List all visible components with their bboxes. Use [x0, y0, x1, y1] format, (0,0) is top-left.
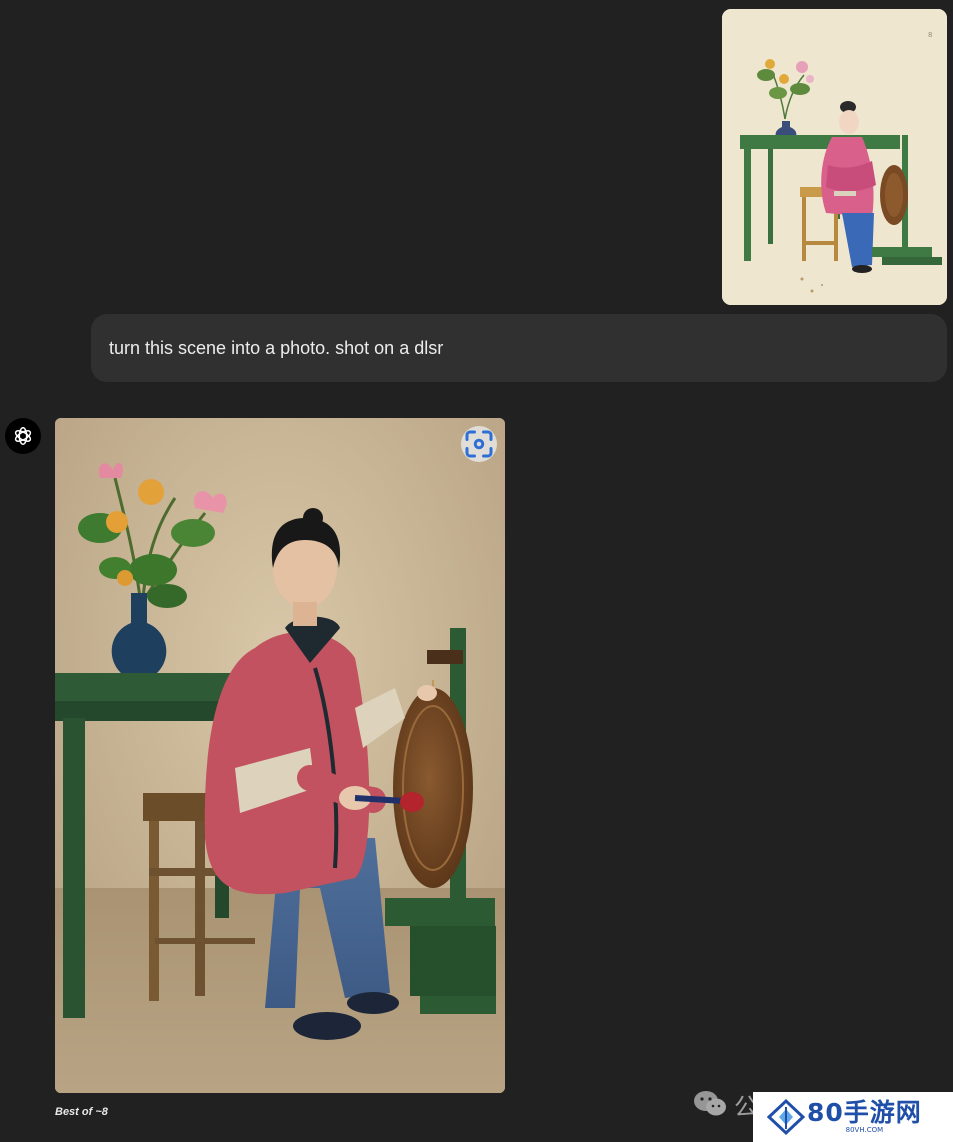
generated-image[interactable] [55, 418, 505, 1093]
page-mark: 8 [928, 31, 932, 39]
site-logo-watermark: 80手游网 80VH.COM [753, 1092, 953, 1142]
user-message-text: turn this scene into a photo. shot on a … [109, 337, 444, 358]
site-logo-subtext: 80VH.COM [845, 1126, 884, 1134]
user-attached-image[interactable]: 8 [722, 9, 947, 305]
site-logo-icon [766, 1098, 806, 1136]
select-region-icon [465, 430, 493, 458]
user-message-bubble: turn this scene into a photo. shot on a … [91, 314, 947, 382]
site-logo-text: 80手游网 [807, 1098, 922, 1127]
chat-page: 8 turn this scene into a photo. shot on … [0, 0, 953, 1142]
generation-caption: Best of ~8 [55, 1106, 108, 1118]
select-region-button[interactable] [461, 426, 497, 462]
openai-logo-icon [5, 418, 41, 454]
painting-illustration: 8 [722, 9, 947, 305]
wechat-icon [694, 1091, 726, 1116]
generated-photo-illustration [55, 418, 505, 1093]
